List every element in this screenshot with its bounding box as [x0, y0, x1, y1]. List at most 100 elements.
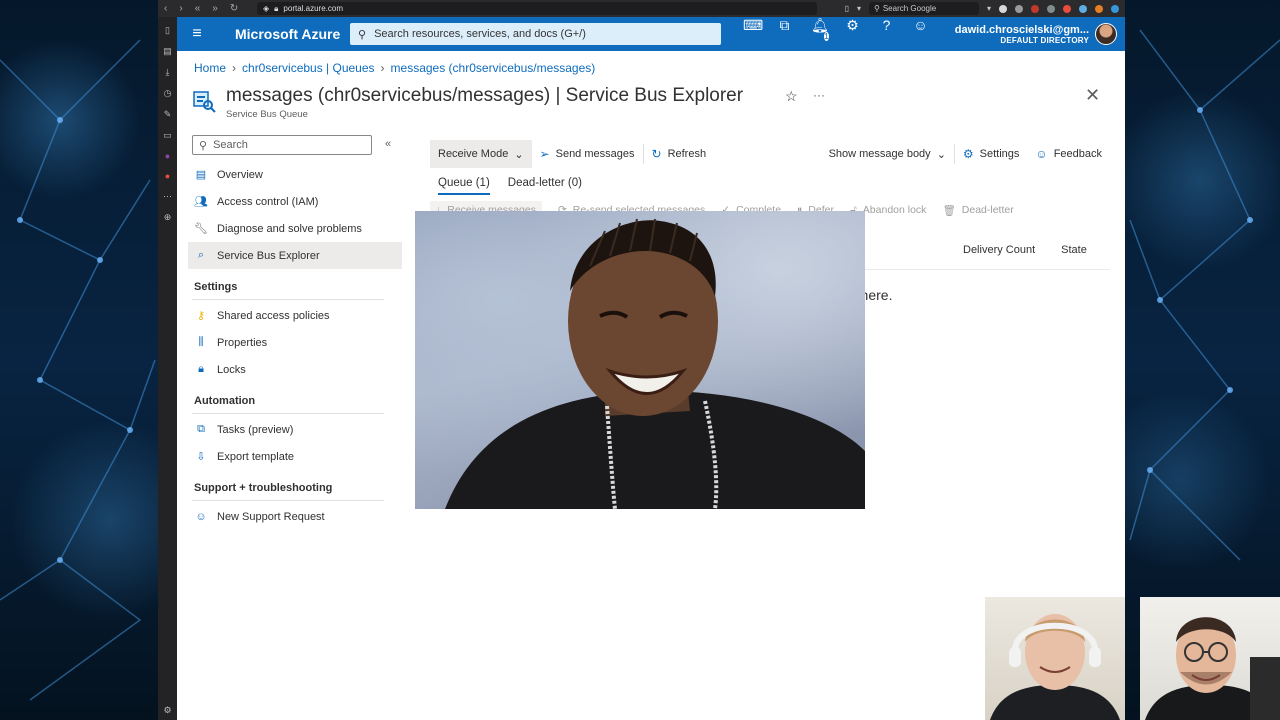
menu-item-access-control[interactable]: 👥︎ Access control (IAM) [192, 188, 404, 215]
support-icon: ☺ [195, 510, 207, 523]
menu-item-diagnose[interactable]: 🔧︎ Diagnose and solve problems [192, 215, 404, 242]
column-delivery-count[interactable]: Delivery Count [963, 244, 1035, 256]
person-with-glasses-picture [1145, 617, 1280, 720]
refresh-button[interactable]: ↻ Refresh [644, 140, 715, 168]
laughing-man-picture [445, 218, 865, 509]
breadcrumb-home[interactable]: Home [194, 61, 226, 75]
menu-item-label: Tasks (preview) [217, 423, 294, 436]
menu-item-label: Service Bus Explorer [217, 249, 320, 262]
extension-icon[interactable] [1095, 4, 1103, 13]
settings-icon[interactable]: ⚙ [845, 17, 860, 51]
help-icon[interactable]: ? [879, 17, 894, 51]
reload-icon[interactable]: ↻ [230, 3, 238, 14]
notes-icon[interactable]: ✎ [164, 109, 172, 120]
directory-filter-icon[interactable]: ⧉ [777, 17, 792, 51]
menu-search-input[interactable]: ⚲ Search [192, 135, 372, 155]
global-search-input[interactable]: ⚲ Search resources, services, and docs (… [350, 23, 721, 45]
fast-forward-icon[interactable]: » [212, 3, 218, 14]
chevron-right-icon: › [232, 61, 237, 75]
show-message-body-dropdown[interactable]: Show message body ⌄ [821, 140, 954, 168]
menu-item-tasks[interactable]: ⧉ Tasks (preview) [192, 416, 404, 443]
search-icon: ⚲ [199, 139, 208, 152]
bookmark-icon[interactable]: ▯ [845, 4, 849, 13]
google-search-box[interactable]: ⚲ Search Google [868, 2, 979, 15]
window-icon[interactable]: ▭ [163, 130, 172, 141]
dropdown-icon[interactable]: ▾ [987, 4, 991, 13]
explorer-icon: ⌕ [197, 249, 205, 261]
tab-queue[interactable]: Queue (1) [438, 177, 490, 195]
more-options-icon[interactable]: ··· [813, 88, 825, 102]
menu-item-new-support-request[interactable]: ☺ New Support Request [192, 503, 404, 530]
add-panel-icon[interactable]: ⊕ [164, 212, 172, 223]
menu-item-shared-access-policies[interactable]: ⚷ Shared access policies [192, 302, 404, 329]
extension-icon[interactable] [1015, 4, 1023, 13]
menu-item-label: Diagnose and solve problems [217, 222, 362, 235]
portal-topbar: ≡ Microsoft Azure ⚲ Search resources, se… [177, 17, 1125, 51]
menu-item-label: Shared access policies [217, 309, 330, 322]
extension-icon[interactable] [1111, 4, 1119, 13]
search-icon: ⚲ [873, 4, 880, 13]
extension-icon[interactable] [1047, 4, 1055, 13]
feedback-button[interactable]: ☺ Feedback [1027, 140, 1110, 168]
menu-search-placeholder: Search [213, 139, 248, 151]
favorite-star-icon[interactable]: ☆ [785, 88, 798, 105]
bookmarks-icon[interactable]: ▯ [165, 25, 170, 36]
address-bar[interactable]: ◈ 🔒︎ portal.azure.com [257, 2, 817, 15]
extension-icon[interactable] [1031, 4, 1039, 13]
meme-image-overlay [415, 211, 865, 509]
extension-icon[interactable] [1063, 4, 1071, 13]
google-search-placeholder: Search Google [882, 4, 937, 13]
menu-item-properties[interactable]: ⫼ Properties [192, 329, 404, 356]
more-icon[interactable]: ⋯ [163, 191, 172, 202]
table-header: Delivery Count State [963, 244, 1087, 256]
cloud-shell-icon[interactable]: ⌨ [743, 17, 763, 51]
avatar[interactable] [1095, 23, 1117, 45]
page-subtitle: Service Bus Queue [226, 109, 308, 120]
dead-letter-label: Dead-letter [961, 204, 1014, 216]
abandon-lock-label: Abandon lock [862, 204, 927, 216]
hamburger-menu-icon[interactable]: ≡ [177, 25, 217, 43]
column-state[interactable]: State [1061, 244, 1087, 256]
profile-icon[interactable] [999, 4, 1007, 13]
send-messages-button[interactable]: ➢ Send messages [532, 140, 643, 168]
receive-mode-dropdown[interactable]: Receive Mode ⌄ [430, 140, 532, 168]
back-icon[interactable]: ‹ [164, 3, 167, 14]
dropdown-icon[interactable]: ▾ [857, 4, 861, 13]
rewind-icon[interactable]: « [195, 3, 201, 14]
menu-item-label: Properties [217, 336, 268, 349]
feedback-icon[interactable]: ☺ [913, 17, 928, 51]
people-icon: 👥︎ [194, 196, 208, 208]
command-bar-right: Show message body ⌄ ⚙ Settings ☺ Feedbac… [821, 140, 1110, 168]
reading-list-icon[interactable]: ▤ [163, 46, 172, 57]
menu-item-service-bus-explorer[interactable]: ⌕ Service Bus Explorer [188, 242, 402, 269]
forward-icon[interactable]: › [179, 3, 182, 14]
extension-icon[interactable] [1079, 4, 1087, 13]
notifications-icon[interactable]: 🔔︎1 [811, 17, 829, 51]
settings-button[interactable]: ⚙ Settings [955, 140, 1028, 168]
gear-icon[interactable]: ⚙ [163, 705, 171, 716]
menu-item-overview[interactable]: ▤ Overview [192, 161, 404, 188]
refresh-icon: ↻ [651, 147, 662, 161]
dead-letter-button[interactable]: 🗑︎ Dead-letter [942, 204, 1013, 217]
collapse-menu-icon[interactable]: « [385, 138, 391, 150]
messenger-icon[interactable]: ● [165, 151, 170, 161]
browser-right-controls: ▯ ▾ ⚲ Search Google ▾ [845, 2, 1125, 15]
breadcrumb-messages[interactable]: messages (chr0servicebus/messages) [391, 61, 596, 75]
downloads-icon[interactable]: ⤓ [166, 67, 170, 78]
close-icon[interactable]: ✕ [1085, 85, 1100, 106]
breadcrumb-queues[interactable]: chr0servicebus | Queues [242, 61, 375, 75]
account-info[interactable]: dawid.chroscielski@gm... DEFAULT DIRECTO… [955, 24, 1095, 45]
history-icon[interactable]: ◷ [164, 88, 172, 99]
menu-item-export-template[interactable]: ⇩ Export template [192, 443, 404, 470]
section-support: Support + troubleshooting [192, 478, 384, 501]
browser-nav: ‹ › « » ↻ [158, 3, 253, 14]
tab-dead-letter[interactable]: Dead-letter (0) [508, 177, 582, 195]
gear-icon: ⚙ [962, 147, 974, 161]
app-icon[interactable]: ● [165, 171, 170, 181]
trash-icon: 🗑︎ [942, 204, 956, 217]
menu-item-locks[interactable]: 🔒︎ Locks [192, 356, 404, 383]
queue-tabs: Queue (1) Dead-letter (0) [438, 177, 582, 195]
brand-name[interactable]: Microsoft Azure [217, 26, 350, 42]
menu-item-label: Overview [217, 168, 263, 181]
settings-label: Settings [979, 148, 1020, 160]
